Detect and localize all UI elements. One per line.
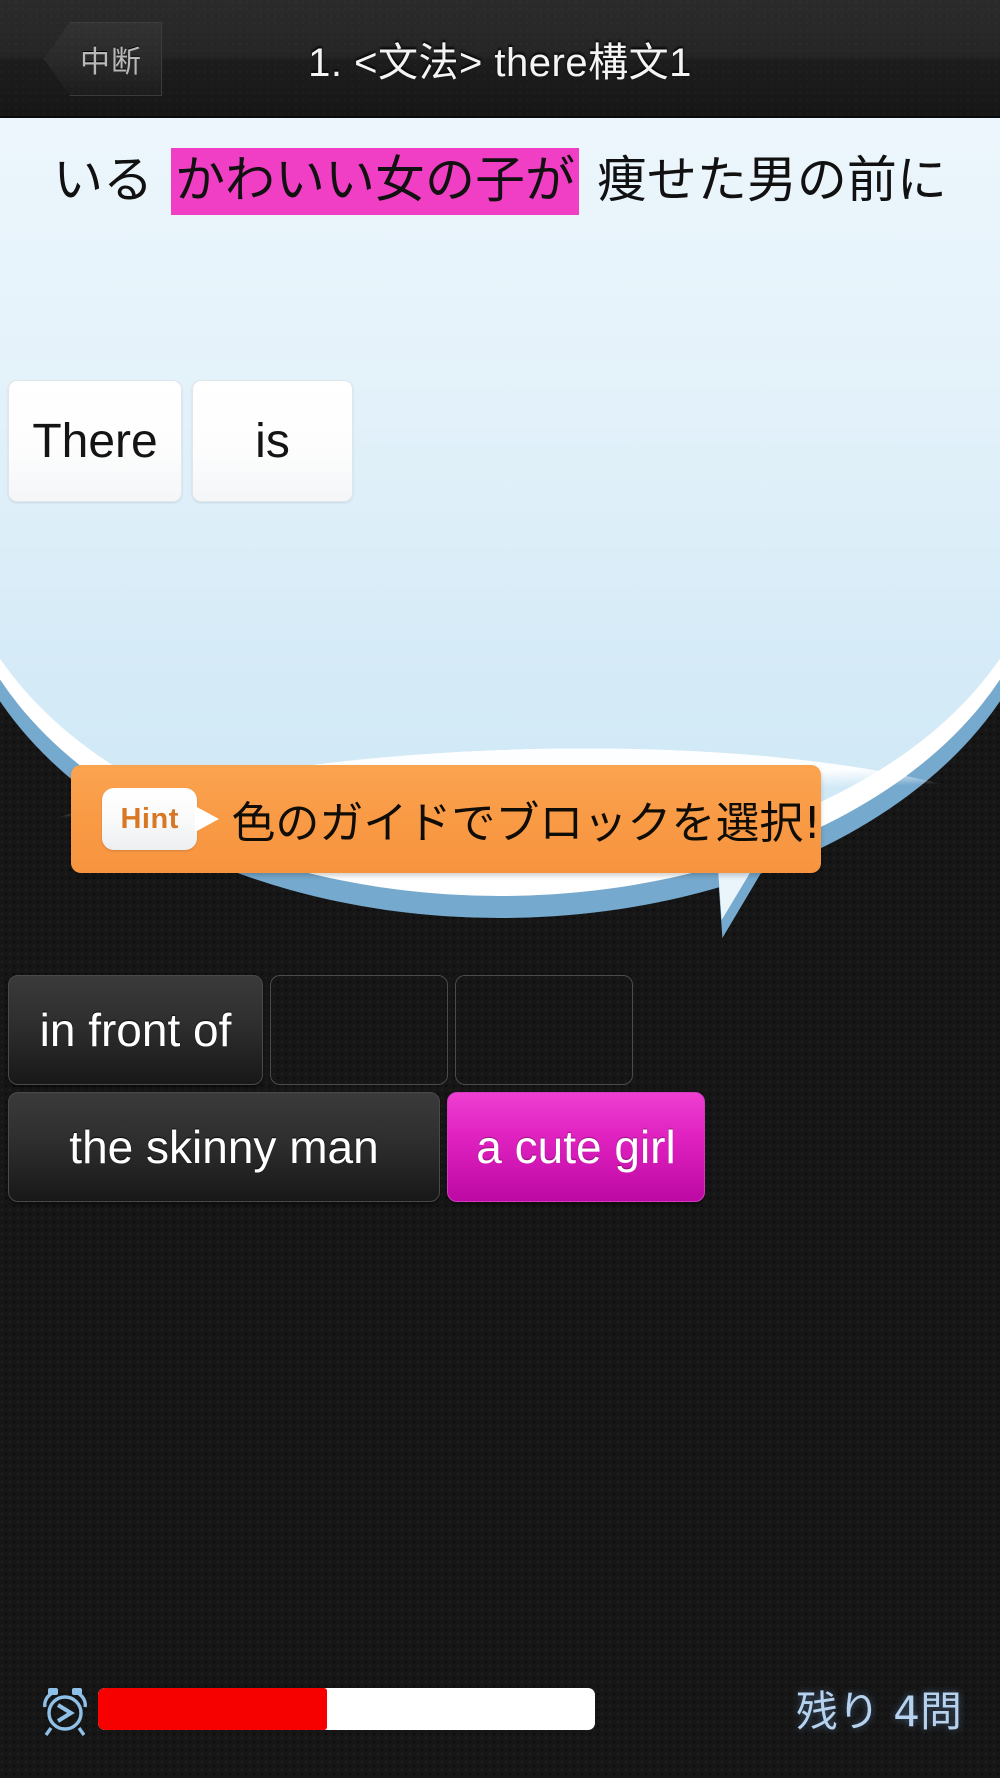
word-tile-a-cute-girl[interactable]: a cute girl <box>447 1092 705 1202</box>
timer-progress-bar[interactable] <box>98 1688 595 1730</box>
answer-slot-row: There is <box>8 380 353 502</box>
word-bank: in front of the skinny man a cute girl <box>8 975 992 1209</box>
prompt-segment-0: いる <box>53 151 169 209</box>
remaining-questions-label: 残り 4問 <box>795 1687 962 1736</box>
word-tile-the-skinny-man[interactable]: the skinny man <box>8 1092 440 1202</box>
timer-progress-fill <box>98 1688 327 1730</box>
word-bank-row-1: in front of <box>8 975 992 1085</box>
app-header: 中断 1. <文法> there構文1 <box>0 0 1000 118</box>
prompt-segment-2: 痩せた男の前に <box>581 151 947 209</box>
hint-badge-label: Hint <box>120 802 179 835</box>
alarm-clock-icon <box>40 1684 90 1736</box>
japanese-prompt: いる かわいい女の子が 痩せた男の前に <box>0 140 1000 215</box>
interrupt-button[interactable]: 中断 <box>44 22 162 96</box>
word-tile-empty-1[interactable] <box>270 975 448 1085</box>
answer-tile-there[interactable]: There <box>8 380 182 502</box>
hint-badge: Hint <box>102 788 220 850</box>
hint-message: 色のガイドでブロックを選択! <box>231 798 821 849</box>
word-bank-row-2: the skinny man a cute girl <box>8 1092 992 1202</box>
word-tile-in-front-of[interactable]: in front of <box>8 975 263 1085</box>
prompt-highlight: かわいい女の子が <box>171 148 579 215</box>
quiz-screen: いる かわいい女の子が 痩せた男の前に There is Hint 色のガイドで… <box>0 0 1000 1778</box>
interrupt-button-label: 中断 <box>80 46 142 79</box>
word-tile-empty-2[interactable] <box>455 975 633 1085</box>
answer-tile-is[interactable]: is <box>192 380 353 502</box>
hint-banner[interactable]: Hint 色のガイドでブロックを選択! <box>71 765 821 873</box>
